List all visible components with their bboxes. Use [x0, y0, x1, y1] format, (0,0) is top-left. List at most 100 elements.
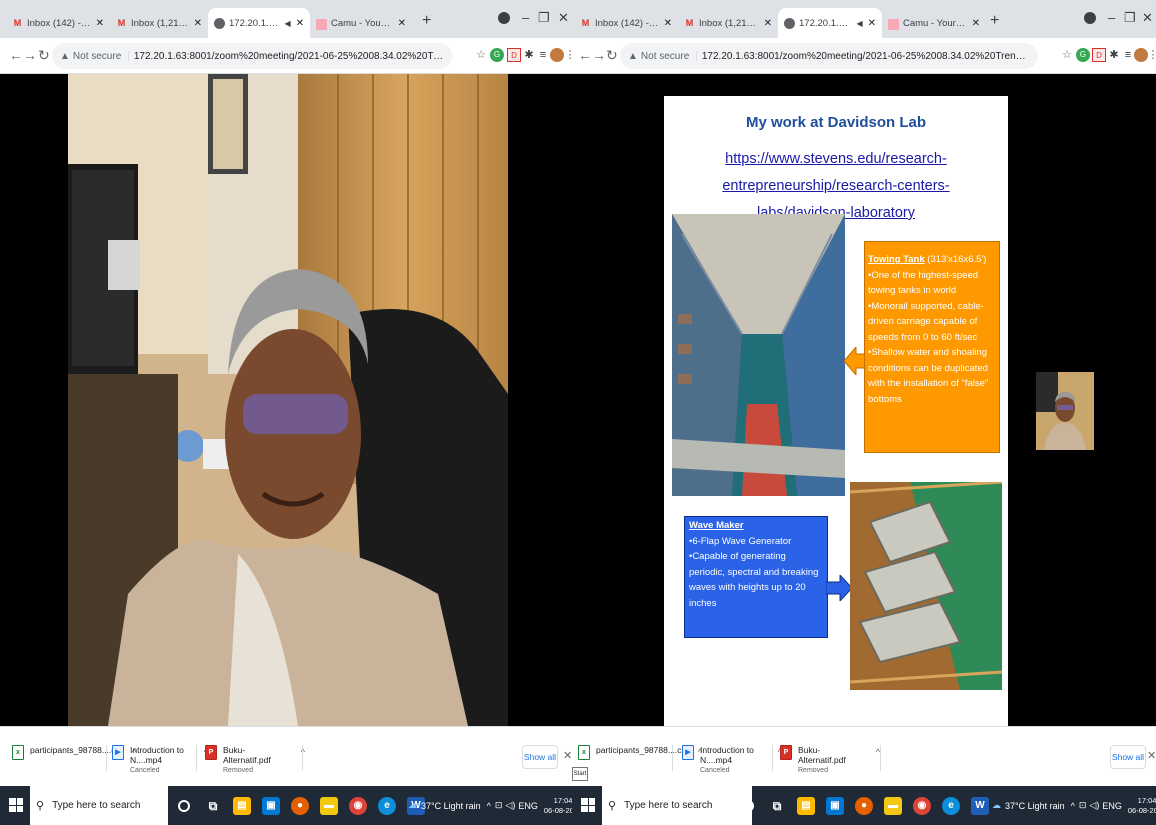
profile-icon[interactable] [1084, 12, 1096, 24]
new-tab-icon[interactable]: + [422, 12, 431, 30]
taskbar-search-input[interactable]: ⚲ Type here to search [30, 786, 168, 825]
close-icon[interactable]: ✕ [664, 18, 672, 29]
download-status: Removed [798, 767, 828, 774]
extensions-puzzle-icon[interactable]: ✱ [522, 48, 536, 62]
edge-icon[interactable]: e [942, 796, 960, 815]
file-explorer-icon[interactable]: ▤ [233, 796, 251, 815]
chevron-up-icon[interactable]: ^ [1071, 801, 1075, 811]
chrome-icon[interactable]: ◉ [349, 796, 367, 815]
download-item-mp4[interactable]: ▶ Introduction to N....mp4 Canceled ^ [112, 741, 208, 777]
windows-start-icon[interactable] [581, 798, 595, 812]
close-downloads-icon[interactable]: ✕ [1147, 749, 1156, 762]
avatar[interactable] [550, 48, 564, 62]
pinned-apps: ⧉ ▤ ▣ ● ▬ ◉ e W [178, 786, 436, 825]
show-all-button[interactable]: Show all [522, 745, 558, 769]
bookmark-star-icon[interactable]: ☆ [1060, 48, 1074, 62]
close-window-icon[interactable]: ✕ [1142, 10, 1153, 26]
forward-icon[interactable]: → [23, 47, 37, 63]
cortana-icon[interactable] [742, 799, 754, 812]
tab-strip: M Inbox (142) - navalsivaitkgp@g ✕ M Inb… [572, 0, 1156, 38]
tab-zoom-recording[interactable]: 172.20.1.63:8001/zoom mee ◀ ✕ [208, 8, 310, 38]
extension-pdf-icon[interactable]: D [507, 48, 521, 62]
minimize-icon[interactable]: – [1108, 10, 1115, 25]
reading-list-icon[interactable]: ≡ [1121, 48, 1135, 62]
sticky-notes-icon[interactable]: ▬ [320, 796, 338, 815]
download-item-pdf[interactable]: P Buku-Alternatif.pdf Removed ^ [205, 741, 305, 777]
language-indicator[interactable]: ENG [1102, 801, 1122, 811]
bookmark-star-icon[interactable]: ☆ [474, 48, 488, 62]
network-icon[interactable]: ⊡ [1079, 800, 1087, 811]
close-window-icon[interactable]: ✕ [558, 10, 569, 26]
speaker-video-frame [68, 74, 508, 726]
restore-icon[interactable]: ❐ [1124, 10, 1136, 26]
close-icon[interactable]: ✕ [764, 18, 772, 29]
firefox-icon[interactable]: ● [291, 796, 309, 815]
extension-pdf-icon[interactable]: D [1092, 48, 1106, 62]
extension-g-icon[interactable]: G [490, 48, 504, 62]
store-icon[interactable]: ▣ [262, 796, 280, 815]
volume-icon[interactable]: ◁) [1089, 800, 1099, 811]
back-icon[interactable]: ← [9, 47, 23, 63]
extension-g-icon[interactable]: G [1076, 48, 1090, 62]
divider: | [695, 50, 698, 62]
participant-video-thumbnail[interactable] [1036, 372, 1094, 450]
task-view-icon[interactable]: ⧉ [768, 797, 786, 815]
windows-start-icon[interactable] [9, 798, 23, 812]
download-item-mp4[interactable]: ▶ Introduction to N....mp4 Canceled ^ [682, 741, 782, 777]
word-icon[interactable]: W [971, 796, 989, 815]
reading-list-icon[interactable]: ≡ [536, 48, 550, 62]
speaker-icon[interactable]: ◀ [856, 19, 862, 28]
close-icon[interactable]: ✕ [296, 18, 304, 29]
close-icon[interactable]: ✕ [194, 18, 202, 29]
new-tab-icon[interactable]: + [990, 12, 999, 30]
clock[interactable]: 17:04 06-08-2021 [544, 796, 572, 816]
menu-kebab-icon[interactable]: ⋮ [1146, 48, 1156, 62]
language-indicator[interactable]: ENG [518, 801, 538, 811]
tab-gmail-inbox-2[interactable]: M Inbox (1,217) - sivabalan@amet. ✕ [110, 8, 208, 38]
download-item-pdf[interactable]: P Buku-Alternatif.pdf Removed ^ [780, 741, 880, 777]
cortana-icon[interactable] [178, 799, 190, 812]
tab-strip: M Inbox (142) - navalsivaitkgp@g ✕ M Inb… [0, 0, 572, 38]
chevron-up-icon[interactable]: ^ [487, 801, 491, 811]
clock[interactable]: 17:04 06-08-2021 [1128, 796, 1156, 816]
taskbar-search-input[interactable]: ⚲ Type here to search [602, 786, 752, 825]
tab-gmail-inbox-1[interactable]: M Inbox (142) - navalsivaitkgp@g ✕ [6, 8, 110, 38]
chrome-icon[interactable]: ◉ [913, 796, 931, 815]
download-item-csv[interactable]: x participants_98788....csv ^ [578, 741, 702, 777]
tab-gmail-inbox-1[interactable]: M Inbox (142) - navalsivaitkgp@g ✕ [574, 8, 678, 38]
close-icon[interactable]: ✕ [972, 18, 980, 29]
address-bar[interactable]: ▲ Not secure | 172.20.1.63:8001/zoom%20m… [620, 43, 1038, 69]
volume-icon[interactable]: ◁) [505, 800, 515, 811]
close-downloads-icon[interactable]: ✕ [563, 749, 572, 762]
profile-icon[interactable] [498, 12, 510, 24]
weather-text[interactable]: 37°C Light rain [421, 801, 481, 811]
tab-gmail-inbox-2[interactable]: M Inbox (1,217) - sivabalan@amet. ✕ [678, 8, 778, 38]
weather-text[interactable]: 37°C Light rain [1005, 801, 1065, 811]
menu-kebab-icon[interactable]: ⋮ [563, 48, 573, 62]
sticky-notes-icon[interactable]: ▬ [884, 796, 902, 815]
reload-icon[interactable]: ↻ [606, 47, 618, 64]
task-view-icon[interactable]: ⧉ [204, 797, 222, 815]
speaker-icon[interactable]: ◀ [284, 19, 290, 28]
back-icon[interactable]: ← [578, 47, 592, 63]
show-all-button[interactable]: Show all [1110, 745, 1146, 769]
speaker-video[interactable] [68, 74, 508, 726]
address-bar[interactable]: ▲ Not secure | 172.20.1.63:8001/zoom%20m… [52, 43, 452, 69]
restore-icon[interactable]: ❐ [538, 10, 550, 26]
extensions-puzzle-icon[interactable]: ✱ [1107, 48, 1121, 62]
file-explorer-icon[interactable]: ▤ [797, 796, 815, 815]
network-icon[interactable]: ⊡ [495, 800, 503, 811]
forward-icon[interactable]: → [592, 47, 606, 63]
store-icon[interactable]: ▣ [826, 796, 844, 815]
tab-zoom-recording[interactable]: 172.20.1.63:8001/zoom mee ◀ ✕ [778, 8, 882, 38]
tab-camu[interactable]: Camu - Your Campus ✕ [310, 8, 412, 38]
close-icon[interactable]: ✕ [398, 18, 406, 29]
close-icon[interactable]: ✕ [96, 18, 104, 29]
edge-icon[interactable]: e [378, 796, 396, 815]
firefox-icon[interactable]: ● [855, 796, 873, 815]
close-icon[interactable]: ✕ [868, 18, 876, 29]
download-item-csv[interactable]: x participants_98788....csv ^ [12, 741, 136, 777]
minimize-icon[interactable]: – [522, 10, 529, 25]
tab-camu[interactable]: Camu - Your Campus ✕ [882, 8, 986, 38]
reload-icon[interactable]: ↻ [38, 47, 50, 64]
